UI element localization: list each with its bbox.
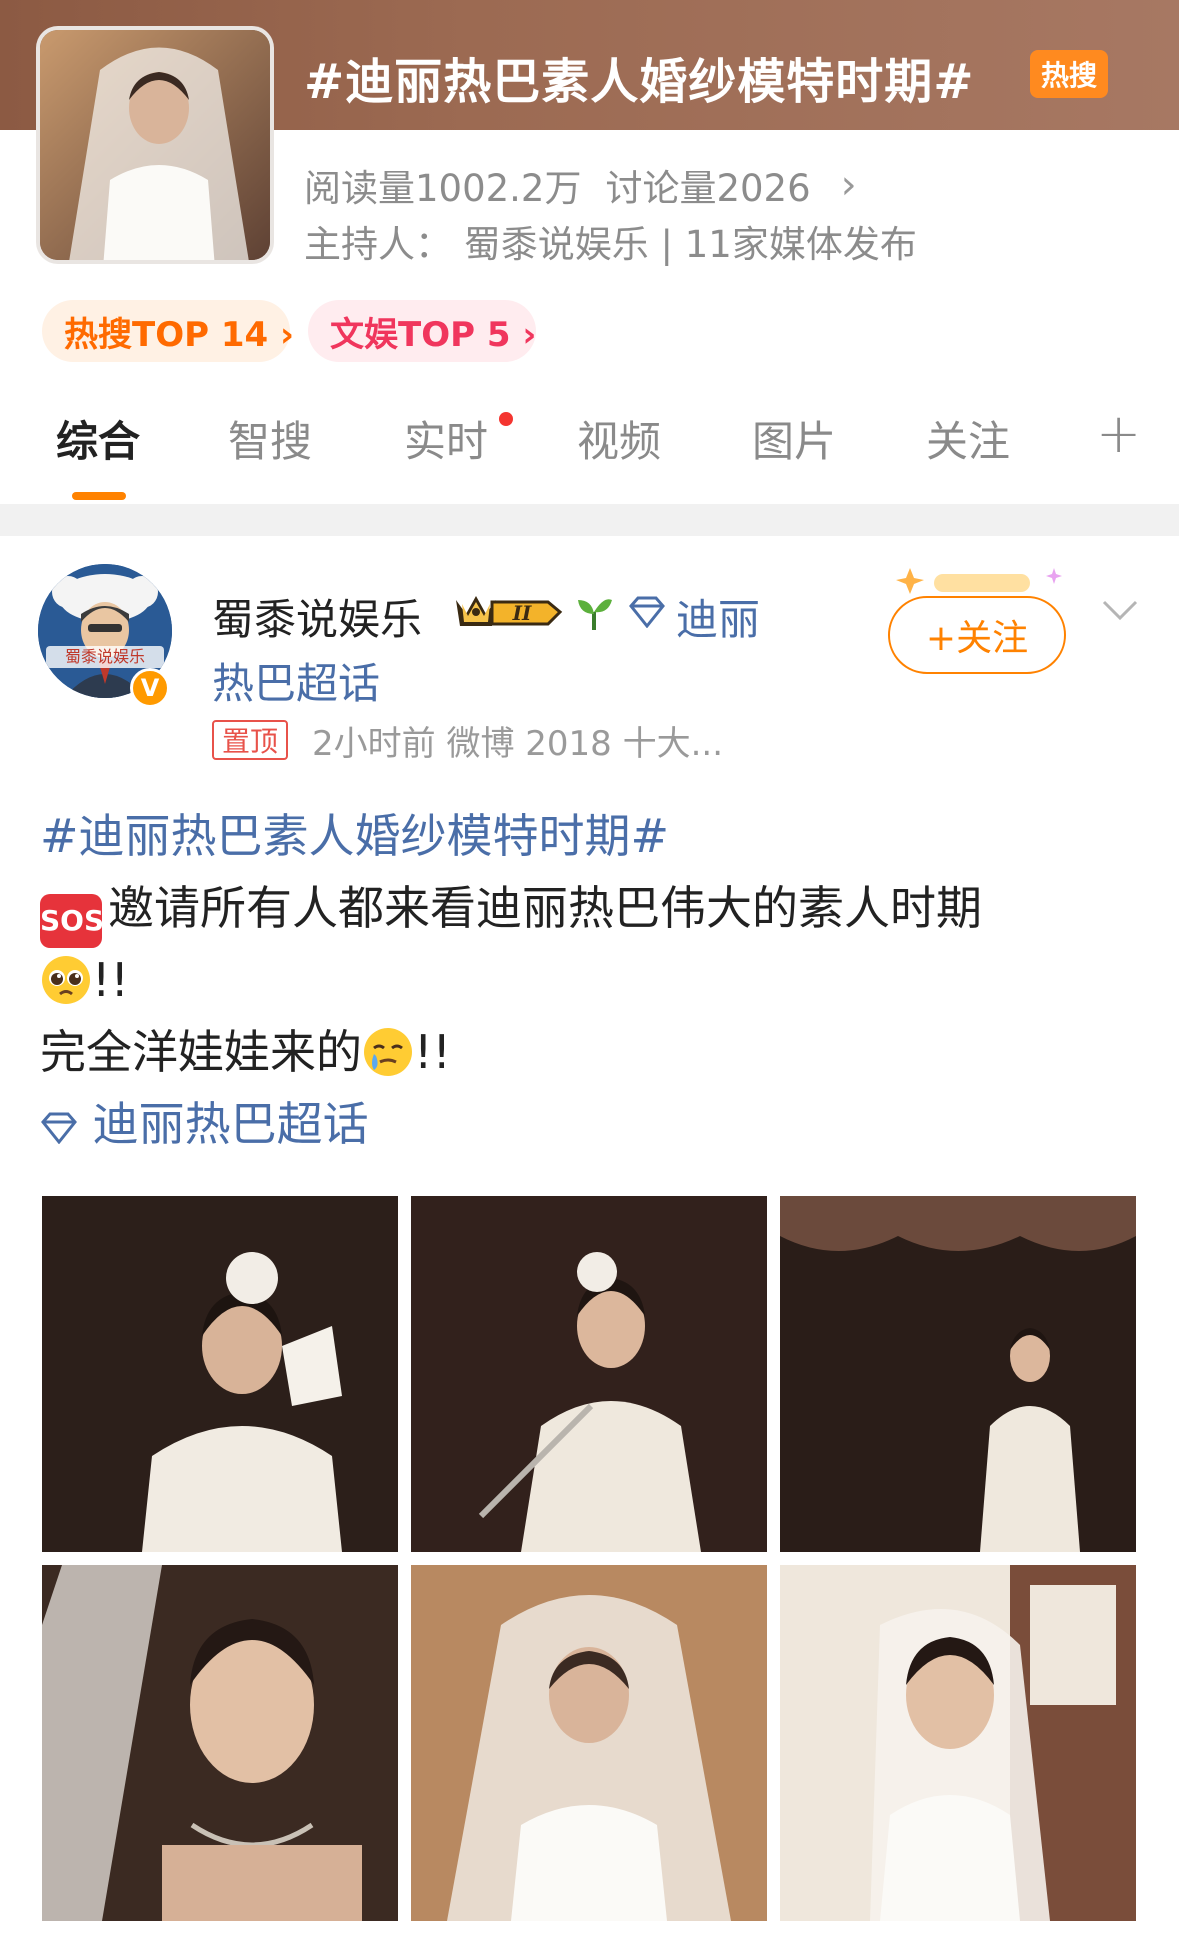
post-image[interactable] bbox=[411, 1196, 767, 1552]
post-text-line: !! bbox=[40, 944, 1140, 1026]
sprout-icon bbox=[574, 592, 614, 636]
tab-bar: 综合 智搜 实时 视频 图片 关注 + bbox=[0, 402, 1179, 504]
post-text-exclaim: !! bbox=[92, 953, 129, 1007]
post-image[interactable] bbox=[42, 1565, 398, 1921]
post-image[interactable] bbox=[780, 1196, 1136, 1552]
post-text-invite: 邀请所有人都来看迪丽热巴伟大的素人时期 bbox=[108, 881, 982, 935]
tab-smart-search[interactable]: 智搜 bbox=[228, 408, 312, 469]
plus-icon[interactable]: + bbox=[1096, 402, 1141, 465]
post-image[interactable] bbox=[42, 1196, 398, 1552]
tab-images[interactable]: 图片 bbox=[752, 408, 836, 469]
verified-badge-icon: V bbox=[130, 668, 170, 708]
sos-icon: SOS bbox=[40, 894, 104, 948]
section-divider bbox=[0, 504, 1179, 536]
pinned-tag: 置顶 bbox=[212, 720, 289, 760]
topic-stats[interactable]: 阅读量1002.2万 讨论量2026 › bbox=[304, 158, 857, 212]
topic-title: #迪丽热巴素人婚纱模特时期# bbox=[304, 54, 975, 110]
post-image[interactable] bbox=[780, 1565, 1136, 1921]
tab-comprehensive[interactable]: 综合 bbox=[56, 408, 140, 469]
hot-search-rank-pill[interactable]: 热搜TOP 14 › bbox=[42, 300, 294, 362]
follow-button[interactable]: +关注 bbox=[888, 596, 1066, 674]
crown-icon: II bbox=[452, 590, 564, 638]
super-topic-link[interactable]: 迪丽热巴超话 bbox=[40, 1088, 1140, 1160]
hot-search-badge: 热搜 bbox=[1030, 50, 1108, 98]
entertainment-rank-pill[interactable]: 文娱TOP 5 › bbox=[308, 300, 536, 362]
realtime-notification-dot bbox=[499, 412, 513, 426]
post-image[interactable] bbox=[411, 1565, 767, 1921]
diamond-icon bbox=[40, 1097, 93, 1151]
tab-video[interactable]: 视频 bbox=[577, 408, 661, 469]
super-topic-link[interactable]: 迪丽 bbox=[676, 586, 760, 647]
post-text-line: 完全洋娃娃来的 !! bbox=[40, 1016, 1140, 1098]
topic-cover-image[interactable] bbox=[36, 26, 274, 264]
super-topic-text: 迪丽热巴超话 bbox=[92, 1097, 369, 1151]
chevron-right-icon: › bbox=[840, 162, 857, 208]
post-meta: 2小时前 微博 2018 十大... bbox=[312, 724, 724, 764]
topic-host-line: 主持人： 蜀黍说娱乐 | 11家媒体发布 bbox=[304, 223, 917, 266]
tab-following[interactable]: 关注 bbox=[926, 408, 1010, 469]
level-badge-text: II bbox=[512, 601, 532, 625]
author-name[interactable]: 蜀黍说娱乐 bbox=[212, 586, 422, 647]
active-tab-indicator bbox=[72, 492, 126, 500]
tab-realtime[interactable]: 实时 bbox=[404, 408, 488, 469]
diamond-icon bbox=[628, 596, 666, 632]
post-hashtag[interactable]: #迪丽热巴素人婚纱模特时期# bbox=[40, 800, 1140, 872]
super-topic-link-continued[interactable]: 热巴超话 bbox=[212, 650, 380, 711]
discussion-count: 讨论量2026 bbox=[605, 167, 811, 210]
post-text-doll: 完全洋娃娃来的 bbox=[40, 1025, 362, 1079]
chevron-down-icon[interactable] bbox=[1098, 594, 1142, 628]
avatar-text: 蜀黍说娱乐 bbox=[65, 647, 145, 666]
read-count: 阅读量1002.2万 bbox=[304, 167, 582, 210]
post-text-exclaim: !! bbox=[414, 1025, 451, 1079]
post-text-line: SOS邀请所有人都来看迪丽热巴伟大的素人时期 bbox=[40, 872, 1140, 948]
